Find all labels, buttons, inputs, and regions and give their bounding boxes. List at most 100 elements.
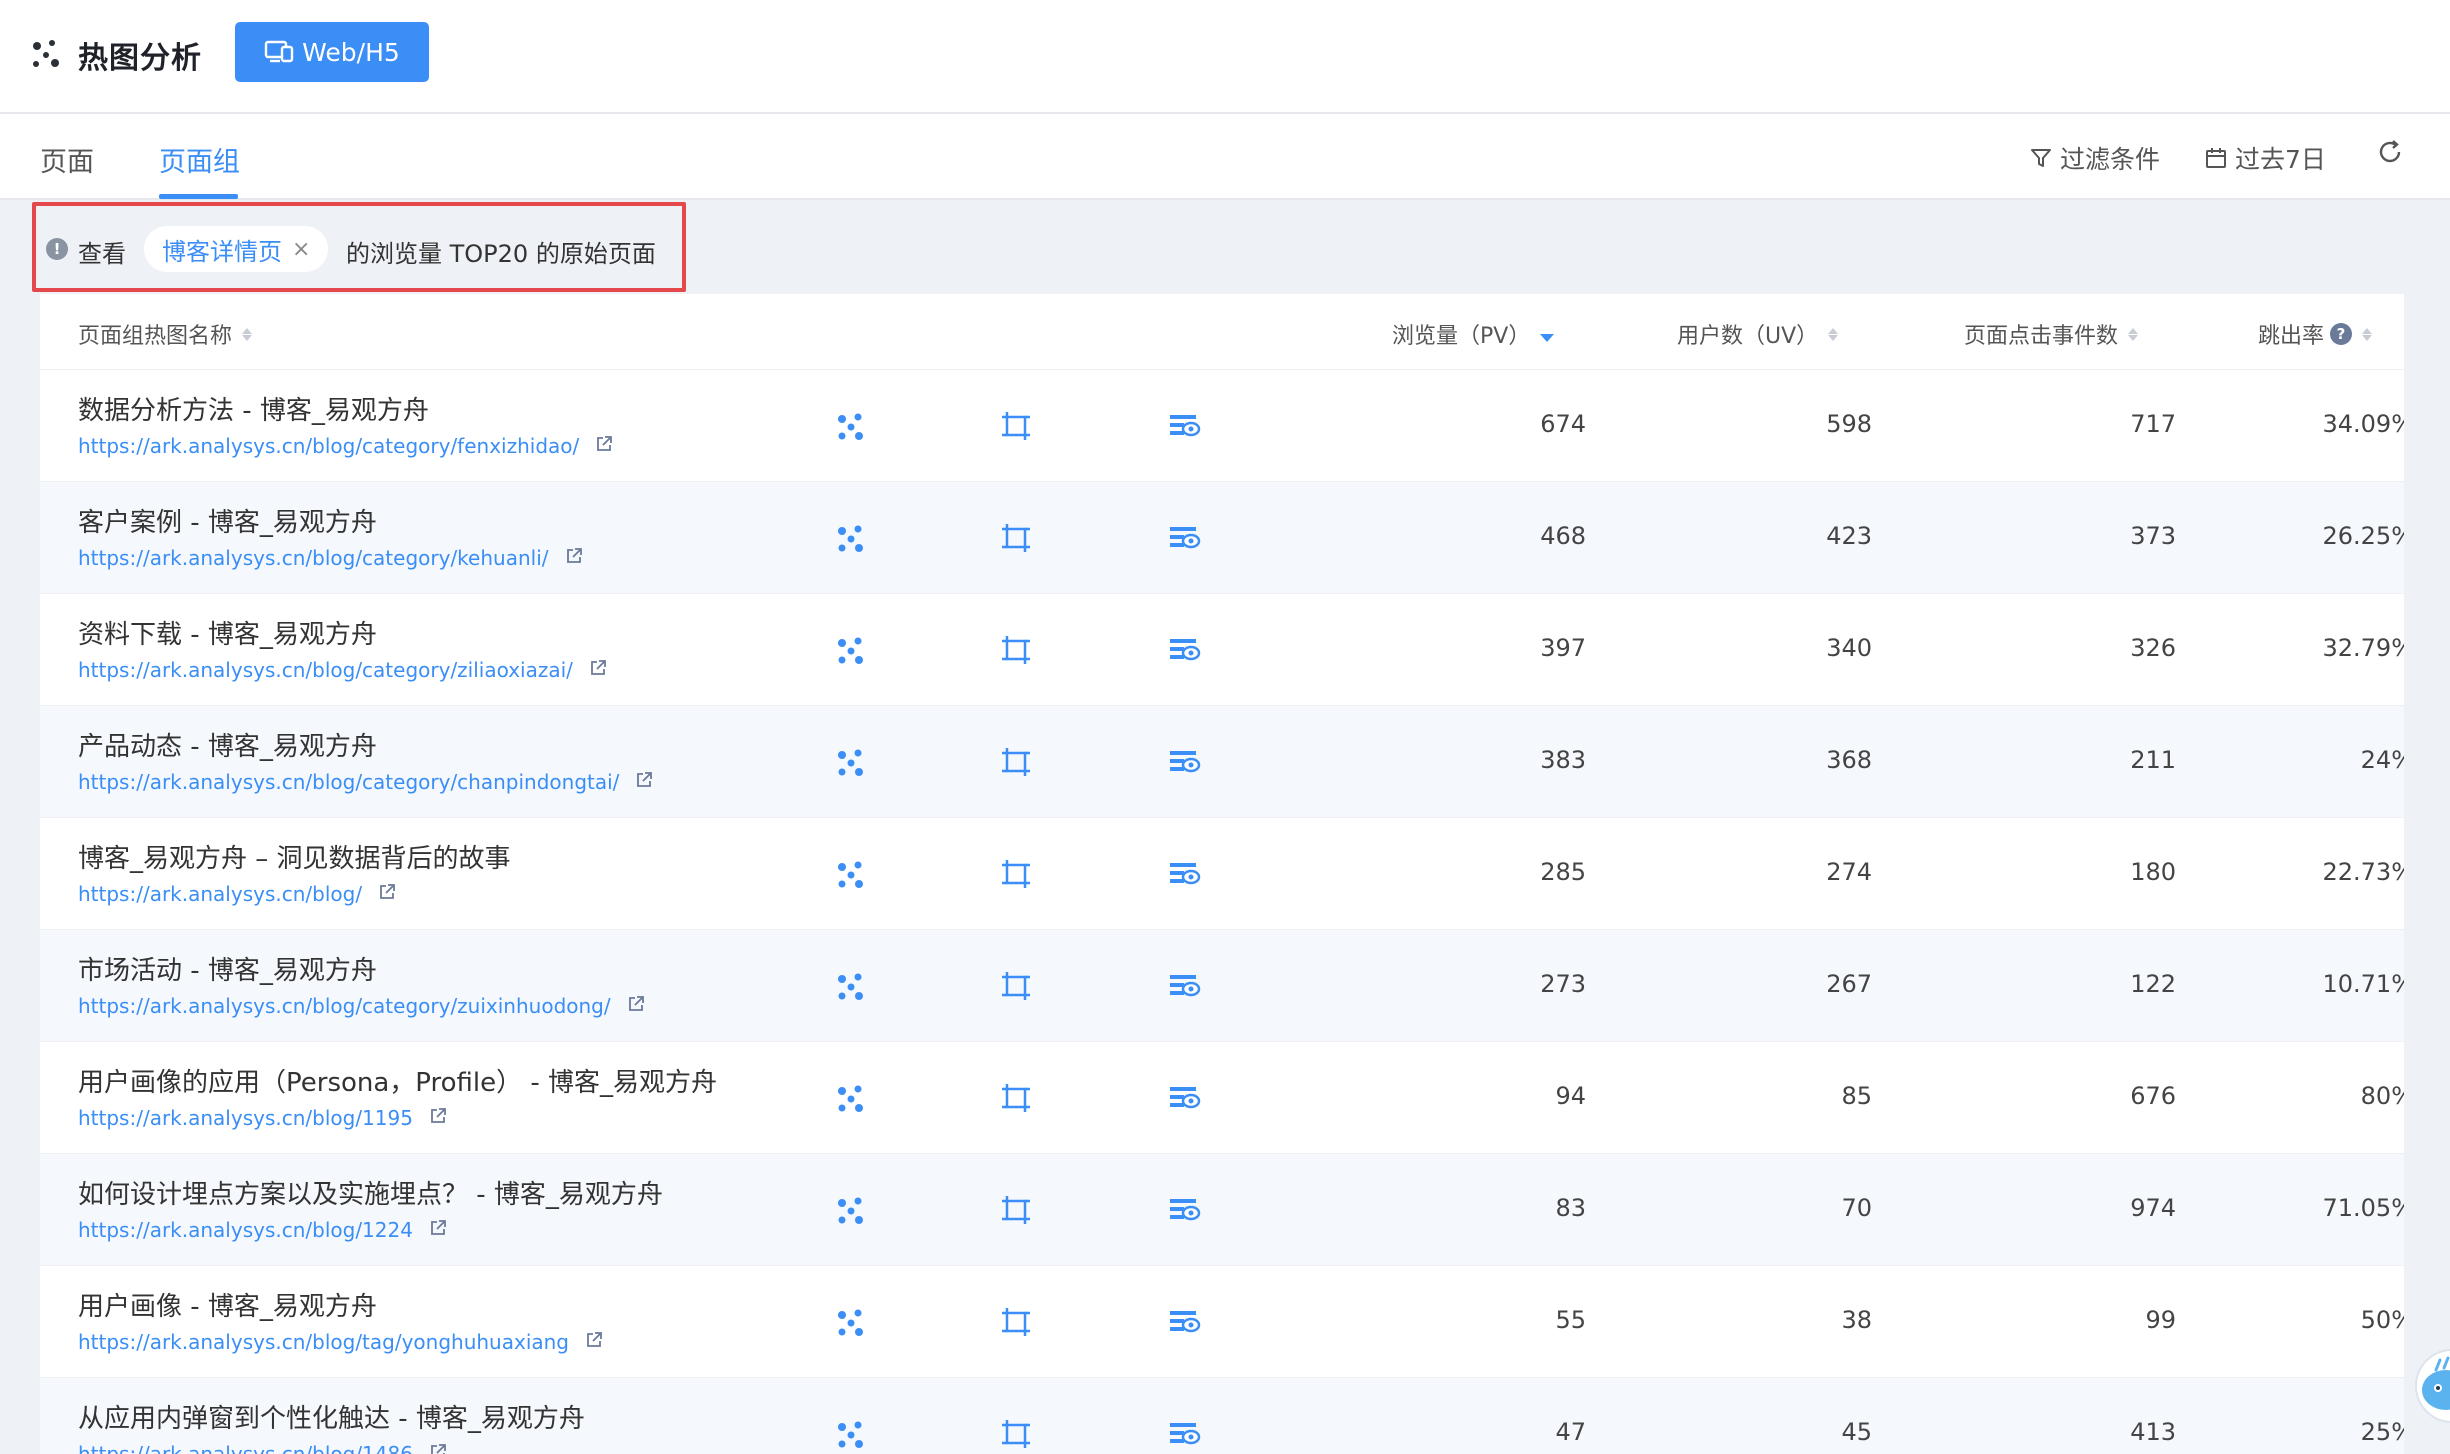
external-link-icon[interactable] [627, 994, 645, 1018]
row-url-link[interactable]: https://ark.analysys.cn/blog/category/ch… [78, 770, 653, 794]
row-url-text[interactable]: https://ark.analysys.cn/blog/1486 [78, 1442, 413, 1454]
table-row[interactable]: 从应用内弹窗到个性化触达 - 博客_易观方舟 https://ark.analys… [40, 1378, 2404, 1454]
clickmap-icon[interactable] [998, 632, 1034, 668]
heatmap-icon[interactable] [832, 632, 868, 668]
external-link-icon[interactable] [595, 434, 613, 458]
table-row[interactable]: 资料下载 - 博客_易观方舟 https://ark.analysys.cn/bl… [40, 594, 2404, 706]
heatmap-logo-icon [33, 40, 59, 67]
row-url-text[interactable]: https://ark.analysys.cn/blog/category/fe… [78, 434, 579, 458]
clickmap-icon[interactable] [998, 856, 1034, 892]
table-row[interactable]: 如何设计埋点方案以及实施埋点？ - 博客_易观方舟 https://ark.ana… [40, 1154, 2404, 1266]
external-link-icon[interactable] [378, 882, 396, 906]
clickmap-icon[interactable] [998, 744, 1034, 780]
sort-icon[interactable] [1828, 327, 1839, 341]
clickmap-icon[interactable] [998, 408, 1034, 444]
filter-button[interactable]: 过滤条件 [2030, 140, 2160, 176]
clickmap-icon[interactable] [998, 1416, 1034, 1452]
table-row[interactable]: 用户画像 - 博客_易观方舟 https://ark.analysys.cn/bl… [40, 1266, 2404, 1378]
heatmap-icon[interactable] [832, 1080, 868, 1116]
clickmap-icon[interactable] [998, 1080, 1034, 1116]
attention-map-icon[interactable] [1166, 968, 1202, 1004]
table-row[interactable]: 客户案例 - 博客_易观方舟 https://ark.analysys.cn/bl… [40, 482, 2404, 594]
heatmap-icon[interactable] [832, 856, 868, 892]
clickmap-icon[interactable] [998, 1304, 1034, 1340]
row-title: 资料下载 - 博客_易观方舟 [78, 620, 377, 650]
heatmap-icon[interactable] [832, 1416, 868, 1452]
clickmap-icon[interactable] [998, 520, 1034, 556]
heatmap-icon[interactable] [832, 520, 868, 556]
external-link-icon[interactable] [429, 1442, 447, 1454]
sort-icon[interactable] [2128, 327, 2139, 341]
row-url-text[interactable]: https://ark.analysys.cn/blog/1224 [78, 1218, 413, 1242]
attention-map-icon[interactable] [1166, 856, 1202, 892]
row-url-link[interactable]: https://ark.analysys.cn/blog/1195 [78, 1106, 447, 1130]
column-header-uv[interactable]: 用户数（UV） [1677, 318, 1839, 350]
clickmap-icon[interactable] [998, 968, 1034, 1004]
platform-web-h5-button[interactable]: Web/H5 [235, 22, 429, 82]
table-row[interactable]: 用户画像的应用（Persona，Profile） - 博客_易观方舟 https:… [40, 1042, 2404, 1154]
tab-bar: 页面 页面组 过滤条件 过去7日 [0, 114, 2450, 200]
heatmap-icon[interactable] [832, 1192, 868, 1228]
row-url-text[interactable]: https://ark.analysys.cn/blog/category/zu… [78, 994, 611, 1018]
attention-map-icon[interactable] [1166, 520, 1202, 556]
external-link-icon[interactable] [635, 770, 653, 794]
row-url-link[interactable]: https://ark.analysys.cn/blog/tag/yonghuh… [78, 1330, 603, 1354]
date-range-button[interactable]: 过去7日 [2205, 140, 2326, 176]
external-link-icon[interactable] [585, 1330, 603, 1354]
uv-value: 340 [1826, 634, 1872, 662]
row-url-link[interactable]: https://ark.analysys.cn/blog/1486 [78, 1442, 447, 1454]
row-url-text[interactable]: https://ark.analysys.cn/blog/category/ch… [78, 770, 619, 794]
column-header-clicks[interactable]: 页面点击事件数 [1964, 318, 2139, 350]
row-url-link[interactable]: https://ark.analysys.cn/blog/category/zi… [78, 658, 607, 682]
row-url-text[interactable]: https://ark.analysys.cn/blog/tag/yonghuh… [78, 1330, 569, 1354]
external-link-icon[interactable] [429, 1106, 447, 1130]
column-header-pv[interactable]: 浏览量（PV） [1392, 318, 1555, 350]
sort-icon[interactable] [242, 327, 253, 341]
row-url-text[interactable]: https://ark.analysys.cn/blog/ [78, 882, 362, 906]
heatmap-icon[interactable] [832, 408, 868, 444]
close-icon[interactable]: × [292, 237, 310, 262]
external-link-icon[interactable] [565, 546, 583, 570]
page-group-tag[interactable]: 博客详情页 × [144, 226, 329, 272]
row-url-text[interactable]: https://ark.analysys.cn/blog/category/zi… [78, 658, 573, 682]
attention-map-icon[interactable] [1166, 744, 1202, 780]
tab-page-group[interactable]: 页面组 [159, 140, 240, 179]
heatmap-icon[interactable] [832, 744, 868, 780]
table-row[interactable]: 博客_易观方舟 – 洞见数据背后的故事 https://ark.analysys.… [40, 818, 2404, 930]
row-title: 市场活动 - 博客_易观方舟 [78, 956, 377, 986]
column-header-bounce[interactable]: 跳出率 ? [2258, 318, 2373, 350]
row-url-link[interactable]: https://ark.analysys.cn/blog/category/zu… [78, 994, 645, 1018]
row-url-link[interactable]: https://ark.analysys.cn/blog/category/ke… [78, 546, 583, 570]
sort-desc-icon[interactable] [1540, 327, 1555, 342]
refresh-button[interactable] [2376, 138, 2404, 166]
row-url-text[interactable]: https://ark.analysys.cn/blog/1195 [78, 1106, 413, 1130]
heatmap-icon[interactable] [832, 968, 868, 1004]
attention-map-icon[interactable] [1166, 632, 1202, 668]
row-url-link[interactable]: https://ark.analysys.cn/blog/category/fe… [78, 434, 613, 458]
attention-map-icon[interactable] [1166, 1304, 1202, 1340]
sort-icon[interactable] [2362, 327, 2373, 341]
table-row[interactable]: 数据分析方法 - 博客_易观方舟 https://ark.analysys.cn/… [40, 370, 2404, 482]
page-group-table: 页面组热图名称 浏览量（PV） 用户数（UV） 页面点击事件数 跳出率 ? 数据… [40, 294, 2404, 1454]
page-title: 热图分析 [78, 41, 202, 76]
clickmap-icon[interactable] [998, 1192, 1034, 1228]
column-header-pv-label: 浏览量（PV） [1392, 324, 1531, 349]
pv-value: 55 [1555, 1306, 1586, 1334]
row-url-text[interactable]: https://ark.analysys.cn/blog/category/ke… [78, 546, 549, 570]
attention-map-icon[interactable] [1166, 408, 1202, 444]
tab-page[interactable]: 页面 [40, 140, 94, 179]
table-row[interactable]: 市场活动 - 博客_易观方舟 https://ark.analysys.cn/bl… [40, 930, 2404, 1042]
help-icon[interactable]: ? [2330, 323, 2353, 345]
row-url-link[interactable]: https://ark.analysys.cn/blog/1224 [78, 1218, 447, 1242]
column-header-name[interactable]: 页面组热图名称 [78, 318, 253, 350]
table-row[interactable]: 产品动态 - 博客_易观方舟 https://ark.analysys.cn/bl… [40, 706, 2404, 818]
attention-map-icon[interactable] [1166, 1192, 1202, 1228]
assistant-robot-icon[interactable] [2406, 1330, 2450, 1430]
attention-map-icon[interactable] [1166, 1080, 1202, 1116]
app-header: 热图分析 Web/H5 [0, 0, 2450, 114]
external-link-icon[interactable] [589, 658, 607, 682]
row-url-link[interactable]: https://ark.analysys.cn/blog/ [78, 882, 396, 906]
external-link-icon[interactable] [429, 1218, 447, 1242]
attention-map-icon[interactable] [1166, 1416, 1202, 1452]
heatmap-icon[interactable] [832, 1304, 868, 1340]
